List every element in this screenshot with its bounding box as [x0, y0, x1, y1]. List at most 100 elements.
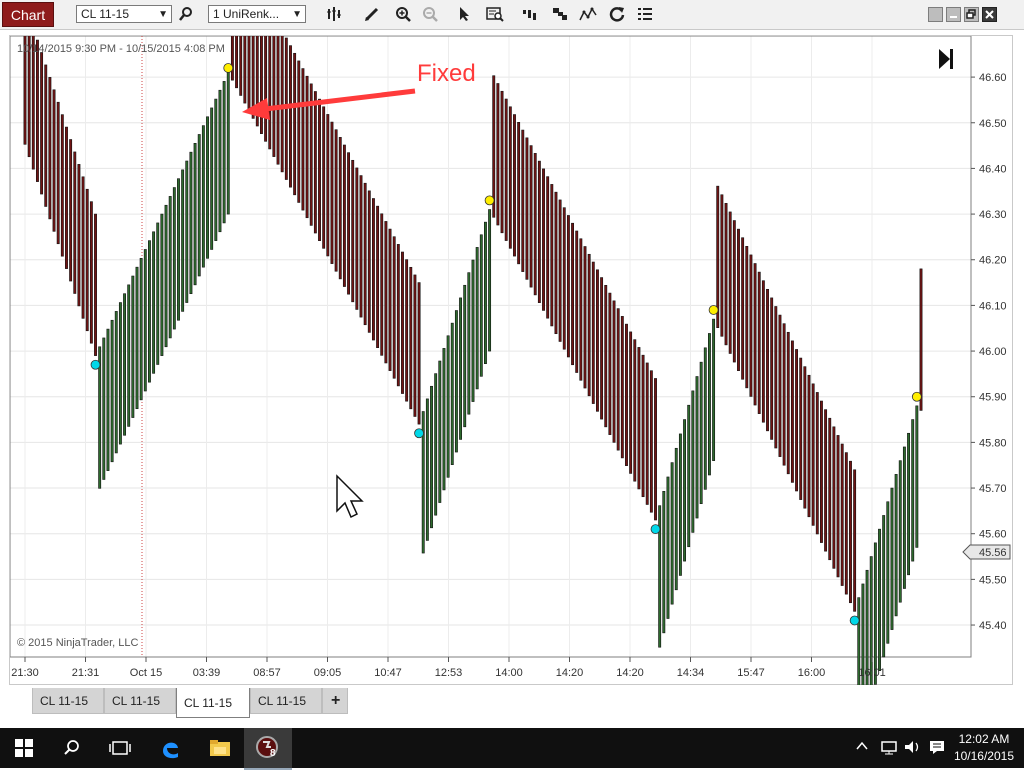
down-bar	[604, 285, 608, 428]
down-bar	[363, 182, 367, 326]
down-bar	[761, 280, 765, 423]
clock-time: 12:02 AM	[958, 732, 1010, 746]
add-tab-button[interactable]: +	[322, 688, 348, 714]
order-icon[interactable]	[550, 4, 570, 24]
volume-icon[interactable]	[904, 739, 922, 758]
instrument-selector[interactable]: CL 11-15 ▼	[76, 5, 172, 23]
down-bar	[89, 201, 93, 344]
up-bar	[148, 240, 151, 383]
up-bar	[450, 322, 454, 465]
bar-type-selector[interactable]: 1 UniRenk... ▼	[208, 5, 306, 23]
up-bar	[139, 258, 143, 401]
ninjatrader-app-icon[interactable]: 8	[244, 728, 292, 770]
up-bar	[430, 385, 433, 529]
down-bar	[840, 443, 844, 586]
date-range-label: 10/14/2015 9:30 PM - 10/15/2015 4:08 PM	[17, 43, 225, 55]
refresh-icon[interactable]	[607, 4, 627, 24]
down-bar	[591, 261, 595, 404]
down-bar	[844, 452, 848, 595]
pointer-icon[interactable]	[454, 4, 474, 24]
start-windows-icon[interactable]	[0, 728, 48, 768]
down-bar	[401, 251, 404, 394]
network-icon[interactable]	[880, 739, 898, 758]
price-tick-label: 46.00	[979, 346, 1007, 358]
restore-button[interactable]	[964, 7, 979, 22]
time-tick-label: 14:00	[495, 667, 523, 679]
price-chart[interactable]: 46.60 46.50 46.40 46.30 46.20 46.10 46.00 45.90…	[10, 36, 1014, 686]
up-bar	[907, 432, 910, 576]
chevron-down-icon: ▼	[292, 9, 302, 20]
down-bar	[334, 129, 338, 272]
down-bar	[230, 36, 234, 81]
swing-high-marker	[223, 63, 234, 73]
strategies-icon[interactable]	[520, 4, 540, 24]
price-tick-label: 46.10	[979, 300, 1007, 312]
zoom-in-icon[interactable]	[393, 4, 413, 24]
file-explorer-icon[interactable]	[196, 728, 244, 768]
system-clock[interactable]: 12:02 AM 10/16/2015	[954, 731, 1014, 765]
properties-icon[interactable]	[635, 4, 655, 24]
minimize-button[interactable]	[946, 7, 961, 22]
down-bar	[301, 68, 305, 211]
minimize-alt-button[interactable]	[928, 7, 943, 22]
bar-style-icon[interactable]	[325, 4, 345, 24]
down-bar	[757, 271, 761, 414]
time-tick-label: 10:47	[374, 667, 402, 679]
scroll-to-end-icon[interactable]	[939, 49, 953, 69]
up-bar	[110, 319, 114, 463]
edge-browser-icon[interactable]	[146, 728, 194, 768]
down-bar	[500, 90, 504, 234]
instrument-value: CL 11-15	[81, 7, 130, 21]
chart-panel[interactable]: 46.60 46.50 46.40 46.30 46.20 46.10 46.00 45.90…	[9, 35, 1014, 686]
current-price-marker: 45.56	[962, 544, 1011, 560]
fixed-annotation-label: Fixed	[417, 60, 476, 87]
swing-high-marker	[708, 305, 719, 315]
data-box-icon[interactable]	[485, 4, 505, 24]
down-bar	[919, 268, 923, 411]
down-bar	[608, 292, 612, 435]
chart-tab-2[interactable]: CL 11-15	[104, 688, 176, 714]
down-bar	[616, 308, 620, 451]
down-bar	[508, 106, 512, 249]
down-bar	[326, 114, 330, 257]
price-tick-label: 45.60	[979, 529, 1007, 541]
time-axis[interactable]: 21:30 21:31 Oct 15 03:39 08:57 09:05 10:47 12:5…	[11, 657, 886, 679]
up-bar	[467, 272, 471, 415]
chart-tab-3-active[interactable]: CL 11-15	[176, 688, 250, 718]
swing-low-marker	[849, 615, 860, 626]
down-bar	[849, 460, 852, 604]
pencil-icon[interactable]	[362, 4, 382, 24]
notifications-icon[interactable]	[929, 739, 945, 758]
task-view-icon[interactable]	[96, 728, 144, 768]
copyright-label: © 2015 NinjaTrader, LLC	[17, 637, 138, 649]
down-bar	[537, 160, 541, 303]
down-bar	[815, 392, 819, 535]
up-bar	[226, 72, 230, 215]
up-bar	[434, 373, 438, 516]
time-tick-label: 14:34	[677, 667, 705, 679]
up-bar	[683, 419, 686, 562]
show-hidden-icons-chevron-up-icon[interactable]	[855, 739, 869, 756]
time-tick-label: 09:05	[314, 667, 342, 679]
chart-tab-4[interactable]: CL 11-15	[250, 688, 322, 714]
up-bar	[127, 284, 131, 427]
zoom-out-icon[interactable]	[420, 4, 440, 24]
mouse-cursor	[336, 474, 364, 519]
chart-tab-1[interactable]: CL 11-15	[32, 688, 104, 714]
down-bar	[828, 417, 832, 561]
up-bar	[102, 337, 106, 480]
down-bar	[836, 435, 840, 578]
search-icon[interactable]	[48, 728, 96, 768]
down-bar	[807, 374, 811, 518]
indicators-icon[interactable]	[578, 4, 598, 24]
down-bar	[774, 306, 778, 449]
down-bar	[745, 246, 749, 389]
down-bar	[313, 91, 317, 234]
up-bar	[131, 275, 135, 418]
time-tick-label: 14:20	[556, 667, 584, 679]
down-bar	[69, 139, 73, 282]
close-button[interactable]	[982, 7, 997, 22]
price-tick-label: 46.40	[979, 163, 1007, 175]
search-icon[interactable]	[176, 4, 196, 24]
down-bar	[81, 176, 85, 319]
